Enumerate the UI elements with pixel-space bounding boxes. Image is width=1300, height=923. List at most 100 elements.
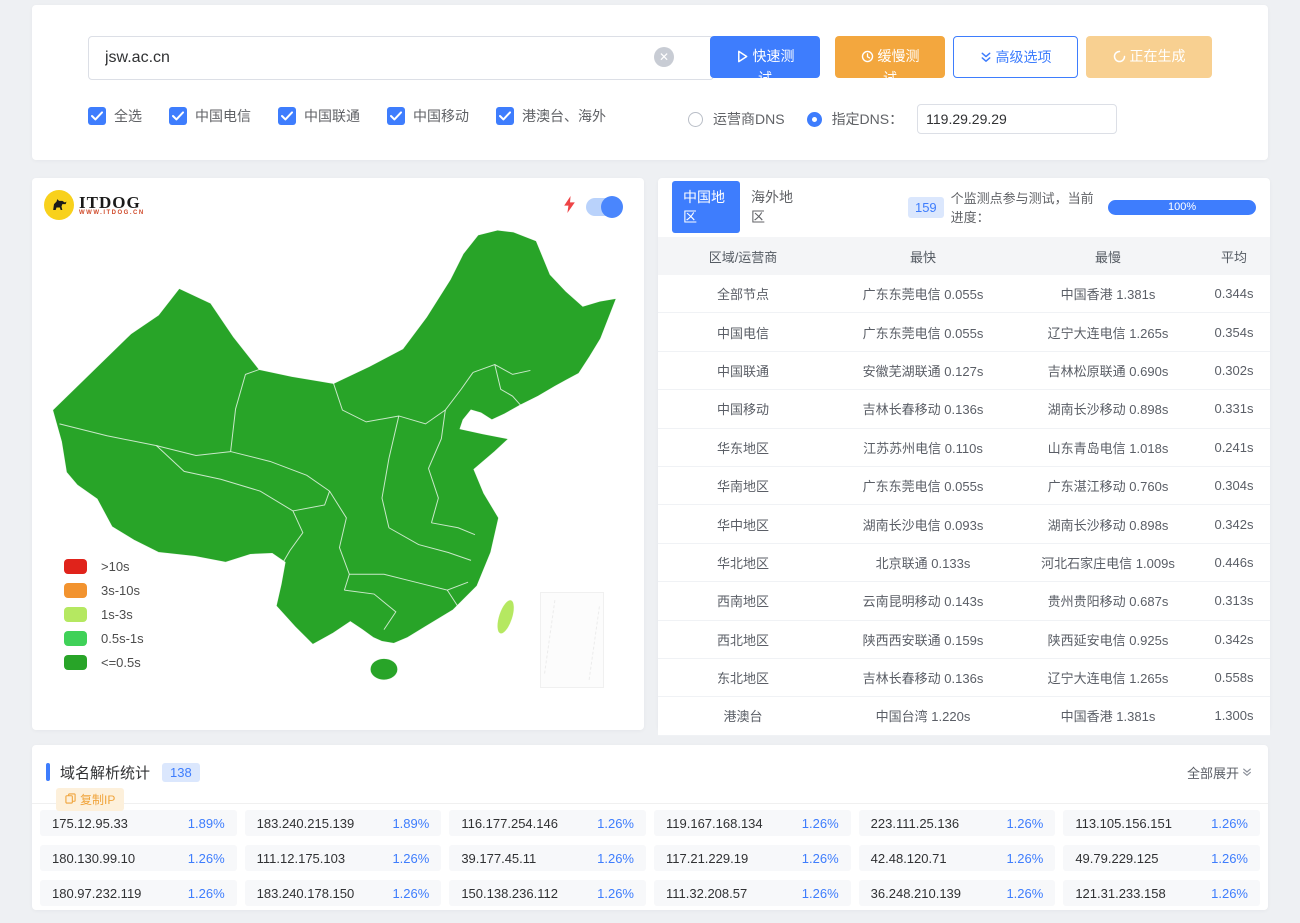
table-row[interactable]: 全部节点 广东东莞电信 0.055s 中国香港 1.381s 0.344s	[658, 275, 1270, 313]
clear-input-icon[interactable]: ✕	[654, 47, 674, 67]
table-row[interactable]: 西北地区 陕西西安联通 0.159s 陕西延安电信 0.925s 0.342s	[658, 621, 1270, 659]
legend-item: >10s	[64, 559, 144, 574]
ip-percentage[interactable]: 1.26%	[1211, 886, 1248, 901]
cell-average: 0.342s	[1198, 632, 1270, 647]
table-row[interactable]: 中国联通 安徽芜湖联通 0.127s 吉林松原联通 0.690s 0.302s	[658, 352, 1270, 390]
table-row[interactable]: 华南地区 广东东莞电信 0.055s 广东湛江移动 0.760s 0.304s	[658, 467, 1270, 505]
cell-slowest: 山东青岛电信 1.018s	[1018, 438, 1198, 457]
tab-overseas-region[interactable]: 海外地区	[740, 181, 808, 233]
ip-list-item[interactable]: 111.32.208.57 1.26%	[654, 880, 851, 906]
specified-dns-radio[interactable]	[807, 112, 822, 127]
cell-fastest: 安徽芜湖联通 0.127s	[828, 361, 1018, 380]
ip-list-item[interactable]: 150.138.236.112 1.26%	[449, 880, 646, 906]
ip-address: 42.48.120.71	[871, 851, 947, 866]
logo-text: ITDOG	[79, 195, 145, 210]
advanced-options-button[interactable]: 高级选项	[953, 36, 1078, 78]
ip-list-item[interactable]: 119.167.168.134 1.26%	[654, 810, 851, 836]
cell-fastest: 吉林长春移动 0.136s	[828, 399, 1018, 418]
expand-all-button[interactable]: 全部展开	[1187, 763, 1252, 782]
ip-list-item[interactable]: 42.48.120.71 1.26%	[859, 845, 1056, 871]
col-average: 平均	[1198, 247, 1270, 266]
table-row[interactable]: 中国移动 吉林长春移动 0.136s 湖南长沙移动 0.898s 0.331s	[658, 390, 1270, 428]
ip-list-item[interactable]: 111.12.175.103 1.26%	[245, 845, 442, 871]
cell-region: 港澳台	[658, 706, 828, 725]
ip-percentage[interactable]: 1.89%	[392, 816, 429, 831]
cell-region: 东北地区	[658, 668, 828, 687]
cell-slowest: 广东湛江移动 0.760s	[1018, 476, 1198, 495]
carrier-checkbox[interactable]: 中国移动	[387, 106, 469, 126]
ip-address: 111.32.208.57	[666, 886, 747, 901]
ip-percentage[interactable]: 1.89%	[188, 816, 225, 831]
domain-input[interactable]	[88, 36, 714, 80]
ip-percentage[interactable]: 1.26%	[392, 886, 429, 901]
ip-percentage[interactable]: 1.26%	[597, 816, 634, 831]
carrier-checkbox[interactable]: 全选	[88, 106, 142, 126]
results-header: 中国地区 海外地区 159 个监测点参与测试，当前进度： 100%	[672, 192, 1256, 222]
cell-slowest: 辽宁大连电信 1.265s	[1018, 668, 1198, 687]
ip-list-item[interactable]: 39.177.45.11 1.26%	[449, 845, 646, 871]
ip-percentage[interactable]: 1.26%	[1211, 851, 1248, 866]
ip-list-item[interactable]: 183.240.215.139 1.89%	[245, 810, 442, 836]
ip-list-item[interactable]: 36.248.210.139 1.26%	[859, 880, 1056, 906]
ip-percentage[interactable]: 1.26%	[802, 886, 839, 901]
carrier-checkbox[interactable]: 港澳台、海外	[496, 106, 606, 126]
ip-list-item[interactable]: 175.12.95.33 1.89%	[40, 810, 237, 836]
table-row[interactable]: 中国电信 广东东莞电信 0.055s 辽宁大连电信 1.265s 0.354s	[658, 313, 1270, 351]
ip-list-item[interactable]: 49.79.229.125 1.26%	[1063, 845, 1260, 871]
slow-test-button[interactable]: 缓慢测试	[835, 36, 945, 78]
table-row[interactable]: 华北地区 北京联通 0.133s 河北石家庄电信 1.009s 0.446s	[658, 544, 1270, 582]
cell-average: 0.302s	[1198, 363, 1270, 378]
copy-ip-button[interactable]: 复制IP	[56, 788, 124, 811]
ip-percentage[interactable]: 1.26%	[1006, 886, 1043, 901]
checkbox-checked-icon	[169, 107, 187, 125]
copy-ip-label: 复制IP	[80, 791, 115, 808]
ip-list-item[interactable]: 180.130.99.10 1.26%	[40, 845, 237, 871]
realtime-toggle[interactable]	[586, 198, 622, 216]
divider	[32, 803, 1268, 804]
carrier-dns-radio[interactable]	[688, 112, 703, 127]
ip-list-item[interactable]: 180.97.232.119 1.26%	[40, 880, 237, 906]
ip-percentage[interactable]: 1.26%	[597, 851, 634, 866]
carrier-checkbox[interactable]: 中国联通	[278, 106, 360, 126]
checkbox-checked-icon	[496, 107, 514, 125]
china-map-panel: ITDOG WWW.ITDOG.CN	[32, 178, 644, 730]
ip-list-item[interactable]: 223.111.25.136 1.26%	[859, 810, 1056, 836]
ip-percentage[interactable]: 1.26%	[802, 816, 839, 831]
checkbox-label: 中国电信	[195, 106, 251, 126]
table-row[interactable]: 华东地区 江苏苏州电信 0.110s 山东青岛电信 1.018s 0.241s	[658, 429, 1270, 467]
ip-grid: 175.12.95.33 1.89% 183.240.215.139 1.89%…	[40, 810, 1260, 906]
table-row[interactable]: 东北地区 吉林长春移动 0.136s 辽宁大连电信 1.265s 0.558s	[658, 659, 1270, 697]
ip-percentage[interactable]: 1.26%	[1006, 816, 1043, 831]
cell-region: 西南地区	[658, 591, 828, 610]
fast-test-button[interactable]: 快速测试	[710, 36, 820, 78]
ip-address: 183.240.215.139	[257, 816, 355, 831]
table-row[interactable]: 华中地区 湖南长沙电信 0.093s 湖南长沙移动 0.898s 0.342s	[658, 505, 1270, 543]
dns-server-input[interactable]	[917, 104, 1117, 134]
table-row[interactable]: 西南地区 云南昆明移动 0.143s 贵州贵阳移动 0.687s 0.313s	[658, 582, 1270, 620]
copy-icon	[65, 793, 76, 807]
col-slowest: 最慢	[1018, 247, 1198, 266]
table-row[interactable]: 港澳台 中国台湾 1.220s 中国香港 1.381s 1.300s	[658, 697, 1270, 735]
cell-fastest: 云南昆明移动 0.143s	[828, 591, 1018, 610]
ip-list-item[interactable]: 113.105.156.151 1.26%	[1063, 810, 1260, 836]
carrier-checkbox[interactable]: 中国电信	[169, 106, 251, 126]
taiwan-region[interactable]	[494, 598, 518, 636]
checkbox-checked-icon	[387, 107, 405, 125]
ip-percentage[interactable]: 1.26%	[1211, 816, 1248, 831]
results-table-header: 区域/运营商 最快 最慢 平均	[658, 237, 1270, 275]
ip-percentage[interactable]: 1.26%	[188, 851, 225, 866]
ip-list-item[interactable]: 116.177.254.146 1.26%	[449, 810, 646, 836]
ip-percentage[interactable]: 1.26%	[802, 851, 839, 866]
ip-list-item[interactable]: 183.240.178.150 1.26%	[245, 880, 442, 906]
ip-percentage[interactable]: 1.26%	[597, 886, 634, 901]
cell-fastest: 吉林长春移动 0.136s	[828, 668, 1018, 687]
cell-fastest: 广东东莞电信 0.055s	[828, 323, 1018, 342]
ip-percentage[interactable]: 1.26%	[392, 851, 429, 866]
ip-percentage[interactable]: 1.26%	[188, 886, 225, 901]
tab-china-region[interactable]: 中国地区	[672, 181, 740, 233]
col-region: 区域/运营商	[658, 247, 828, 266]
cell-slowest: 湖南长沙移动 0.898s	[1018, 515, 1198, 534]
ip-list-item[interactable]: 117.21.229.19 1.26%	[654, 845, 851, 871]
ip-percentage[interactable]: 1.26%	[1006, 851, 1043, 866]
ip-list-item[interactable]: 121.31.233.158 1.26%	[1063, 880, 1260, 906]
